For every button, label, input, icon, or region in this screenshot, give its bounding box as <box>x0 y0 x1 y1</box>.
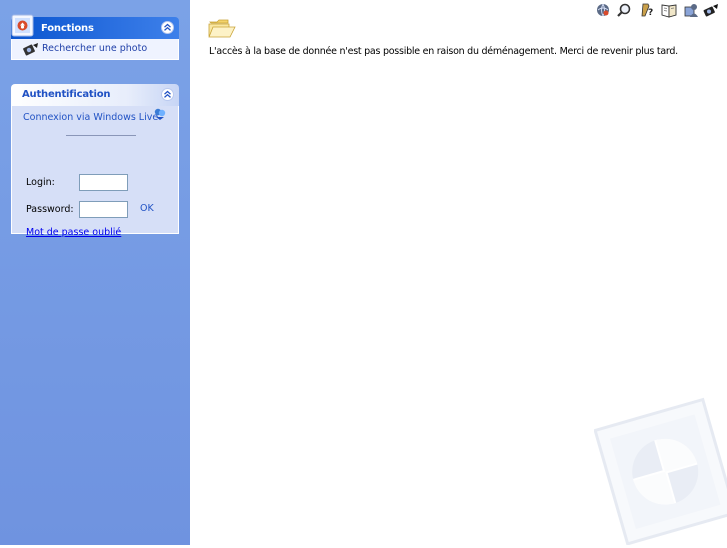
photo-tasks-icon <box>10 12 37 39</box>
sidebar: Fonctions Rechercher une photo Authentif… <box>0 0 190 545</box>
forgot-password-link[interactable]: Mot de passe oublié <box>26 227 121 238</box>
auth-panel-header[interactable]: Authentification <box>11 84 179 106</box>
auth-panel: Authentification Connexion via Windows L… <box>11 84 179 238</box>
main-content: L'accès à la base de donnée n'est pas po… <box>190 0 727 548</box>
fonctions-panel-body: Rechercher une photo <box>11 39 179 60</box>
search-photo-icon <box>23 42 39 59</box>
maintenance-message: L'accès à la base de donnée n'est pas po… <box>209 46 678 57</box>
separator <box>66 135 136 136</box>
fonctions-collapse-button[interactable] <box>161 21 174 34</box>
svg-text:?: ? <box>648 8 653 18</box>
toolbar: ? <box>595 2 719 18</box>
auth-collapse-button[interactable] <box>161 88 174 101</box>
book-icon[interactable] <box>661 2 677 18</box>
password-label: Password: <box>26 204 74 215</box>
windows-live-login-link[interactable]: Connexion via Windows Live <box>23 112 158 123</box>
search-photo-label[interactable]: Rechercher une photo <box>42 43 147 54</box>
windows-live-icon[interactable] <box>153 107 167 124</box>
login-input[interactable] <box>79 174 128 191</box>
auth-panel-title: Authentification <box>22 89 111 100</box>
camera-search-icon[interactable] <box>703 2 719 18</box>
watermark-photo-icon <box>593 392 727 548</box>
globe-icon[interactable] <box>595 2 611 18</box>
user-icon[interactable] <box>683 2 699 18</box>
login-label: Login: <box>26 177 55 188</box>
fonctions-panel-title: Fonctions <box>41 23 94 34</box>
chevron-up-icon <box>164 90 171 98</box>
help-icon[interactable]: ? <box>639 2 655 18</box>
fonctions-panel-header[interactable]: Fonctions <box>11 14 179 39</box>
folder-icon <box>208 17 236 42</box>
fonctions-panel: Fonctions Rechercher une photo <box>11 14 179 60</box>
search-icon[interactable] <box>616 2 632 18</box>
chevron-up-icon <box>164 23 171 31</box>
ok-button[interactable]: OK <box>140 203 154 214</box>
password-input[interactable] <box>79 201 128 218</box>
auth-panel-body: Connexion via Windows Live Login: Passwo… <box>11 106 179 238</box>
